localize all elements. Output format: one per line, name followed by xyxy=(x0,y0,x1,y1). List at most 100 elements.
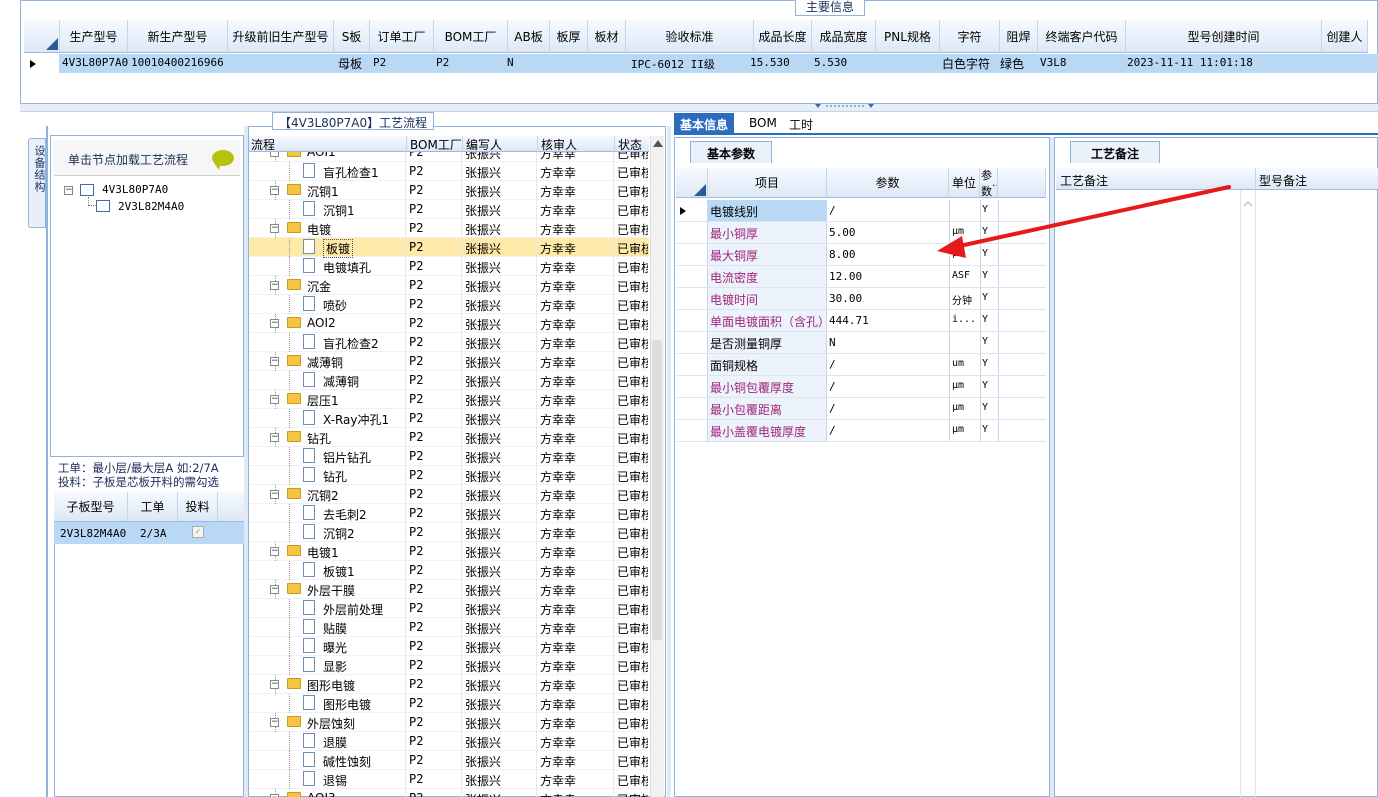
process-row[interactable]: 碱性蚀刻 P2 张振兴 方幸幸 已审核 xyxy=(249,751,649,770)
process-row[interactable]: 盲孔检查2 P2 张振兴 方幸幸 已审核 xyxy=(249,333,649,352)
expand-icon[interactable]: − xyxy=(270,433,279,442)
param-row[interactable]: 最小盖覆电镀厚度 / μm Y xyxy=(676,420,1046,442)
col-header-status[interactable]: 状态 xyxy=(614,136,642,152)
col-header-material[interactable]: 板材 xyxy=(588,20,626,53)
col-header-flow[interactable]: 流程 xyxy=(249,136,275,152)
process-row[interactable]: −AOI3P2张振兴方幸幸已审核 xyxy=(249,789,649,797)
col-header-work[interactable]: 工单 xyxy=(128,492,178,522)
col-header-order-factory[interactable]: 订单工厂 xyxy=(370,20,434,53)
col-header-sub-model[interactable]: 子板型号 xyxy=(54,492,128,522)
process-row[interactable]: − 沉铜1 P2 张振兴 方幸幸 已审核 xyxy=(249,181,649,200)
col-header-length[interactable]: 成品长度 xyxy=(754,20,812,53)
col-header-width[interactable]: 成品宽度 xyxy=(812,20,876,53)
tab-basic-params[interactable]: 基本参数 xyxy=(690,141,773,163)
process-row[interactable]: − 层压1 P2 张振兴 方幸幸 已审核 xyxy=(249,390,649,409)
expand-icon[interactable]: − xyxy=(270,319,279,328)
param-value[interactable]: / xyxy=(829,204,836,217)
col-header-ab-board[interactable]: AB板 xyxy=(508,20,550,53)
process-row[interactable]: 图形电镀 P2 张振兴 方幸幸 已审核 xyxy=(249,694,649,713)
expand-icon[interactable]: − xyxy=(270,395,279,404)
process-row[interactable]: 减薄铜 P2 张振兴 方幸幸 已审核 xyxy=(249,371,649,390)
param-row[interactable]: 单面电镀面积（含孔） 444.71 i... Y xyxy=(676,310,1046,332)
process-row[interactable]: 沉铜1 P2 张振兴 方幸幸 已审核 xyxy=(249,200,649,219)
col-header-char[interactable]: 字符 xyxy=(940,20,1000,53)
param-row[interactable]: 最小铜包覆厚度 / μm Y xyxy=(676,376,1046,398)
tab-process-remarks[interactable]: 工艺备注 xyxy=(1070,141,1161,163)
process-row[interactable]: − AOI1 P2 张振兴 方幸幸 已审核 xyxy=(249,152,649,162)
expand-icon[interactable]: − xyxy=(270,281,279,290)
tab-basic-info[interactable]: 基本信息 xyxy=(674,113,735,135)
expand-icon[interactable]: − xyxy=(270,547,279,556)
sub-grid-row[interactable]: 2V3L82M4A0 2/3A ✓ xyxy=(54,522,244,544)
process-row[interactable]: 外层前处理 P2 张振兴 方幸幸 已审核 xyxy=(249,599,649,618)
expand-icon[interactable]: − xyxy=(270,718,279,727)
process-row[interactable]: 铝片钻孔 P2 张振兴 方幸幸 已审核 xyxy=(249,447,649,466)
process-row[interactable]: − AOI2 P2 张振兴 方幸幸 已审核 xyxy=(249,314,649,333)
col-header-item[interactable]: 项目 xyxy=(708,168,827,198)
col-header-model[interactable]: 生产型号 xyxy=(60,20,128,53)
param-row[interactable]: 电流密度 12.00 ASF Y xyxy=(676,266,1046,288)
param-value[interactable]: / xyxy=(829,402,836,415)
col-header-pnl[interactable]: PNL规格 xyxy=(876,20,940,53)
col-header-thickness[interactable]: 板厚 xyxy=(550,20,588,53)
col-header-param[interactable]: 参数 xyxy=(827,168,949,198)
param-row[interactable]: 是否测量铜厚 N Y xyxy=(676,332,1046,354)
param-row[interactable]: 电镀时间 30.00 分钟 Y xyxy=(676,288,1046,310)
remarks-scrollbar[interactable] xyxy=(1240,190,1256,797)
param-value[interactable]: 444.71 xyxy=(829,314,869,327)
process-row[interactable]: − 电镀 P2 张振兴 方幸幸 已审核 xyxy=(249,219,649,238)
process-row[interactable]: 沉铜2 P2 张振兴 方幸幸 已审核 xyxy=(249,523,649,542)
expand-icon[interactable]: − xyxy=(270,585,279,594)
process-row[interactable]: 电镀填孔 P2 张振兴 方幸幸 已审核 xyxy=(249,257,649,276)
col-header-standard[interactable]: 验收标准 xyxy=(626,20,754,53)
process-row[interactable]: 去毛刺2 P2 张振兴 方幸幸 已审核 xyxy=(249,504,649,523)
process-scroll-thumb[interactable] xyxy=(652,340,662,640)
expand-icon[interactable]: − xyxy=(270,224,279,233)
col-header-flag[interactable]: 参数.. xyxy=(980,168,998,198)
param-value[interactable]: / xyxy=(829,358,836,371)
process-row[interactable]: − 钻孔 P2 张振兴 方幸幸 已审核 xyxy=(249,428,649,447)
col-header-created[interactable]: 型号创建时间 xyxy=(1126,20,1322,53)
process-row[interactable]: 喷砂 P2 张振兴 方幸幸 已审核 xyxy=(249,295,649,314)
param-value[interactable]: / xyxy=(829,380,836,393)
param-row[interactable]: 最小铜厚 5.00 μm Y xyxy=(676,222,1046,244)
col-header-feed[interactable]: 投料 xyxy=(178,492,218,522)
process-row[interactable]: − 电镀1 P2 张振兴 方幸幸 已审核 xyxy=(249,542,649,561)
col-header-unit[interactable]: 单位 xyxy=(949,168,980,198)
process-row[interactable]: 曝光 P2 张振兴 方幸幸 已审核 xyxy=(249,637,649,656)
col-header-bom[interactable]: BOM工厂 xyxy=(406,136,462,152)
param-row[interactable]: 电镀线别 / Y xyxy=(676,200,1046,222)
process-row[interactable]: 盲孔检查1 P2 张振兴 方幸幸 已审核 xyxy=(249,162,649,181)
main-grid-row[interactable]: 4V3L80P7A0 10010400216966 母板 P2 P2 N IPC… xyxy=(24,54,1378,73)
col-header-reviewer[interactable]: 核审人 xyxy=(537,136,577,152)
param-value[interactable]: N xyxy=(829,336,836,349)
process-row[interactable]: 贴膜 P2 张振兴 方幸幸 已审核 xyxy=(249,618,649,637)
process-row[interactable]: − 图形电镀 P2 张振兴 方幸幸 已审核 xyxy=(249,675,649,694)
process-row[interactable]: − 沉铜2 P2 张振兴 方幸幸 已审核 xyxy=(249,485,649,504)
tab-bom[interactable]: BOM xyxy=(743,113,783,135)
col-header-s-board[interactable]: S板 xyxy=(334,20,370,53)
feed-checkbox[interactable]: ✓ xyxy=(192,526,204,538)
col-header-bom-factory[interactable]: BOM工厂 xyxy=(434,20,508,53)
param-value[interactable]: 12.00 xyxy=(829,270,862,283)
process-row[interactable]: 退膜 P2 张振兴 方幸幸 已审核 xyxy=(249,732,649,751)
tree-child-label[interactable]: 2V3L82M4A0 xyxy=(118,200,184,213)
vertical-splitter-mid[interactable] xyxy=(667,126,671,797)
col-header-solder[interactable]: 阻焊 xyxy=(1000,20,1038,53)
process-row[interactable]: 板镀1 P2 张振兴 方幸幸 已审核 xyxy=(249,561,649,580)
param-value[interactable]: 30.00 xyxy=(829,292,862,305)
expand-icon[interactable]: − xyxy=(270,490,279,499)
param-row[interactable]: 最小包覆距离 / μm Y xyxy=(676,398,1046,420)
expand-icon[interactable]: − xyxy=(64,186,73,195)
col-header-customer[interactable]: 终端客户代码 xyxy=(1038,20,1126,53)
col-header-process-remark[interactable]: 工艺备注 xyxy=(1060,172,1108,189)
col-header-creator[interactable]: 创建人 xyxy=(1322,20,1368,53)
col-header-model-remark[interactable]: 型号备注 xyxy=(1259,172,1307,189)
param-value[interactable]: 8.00 xyxy=(829,248,856,261)
process-row[interactable]: X-Ray冲孔1 P2 张振兴 方幸幸 已审核 xyxy=(249,409,649,428)
process-row[interactable]: 板镀 P2 张振兴 方幸幸 已审核 xyxy=(249,238,649,258)
process-row[interactable]: − 减薄铜 P2 张振兴 方幸幸 已审核 xyxy=(249,352,649,371)
expand-icon[interactable]: − xyxy=(270,152,279,157)
horizontal-splitter[interactable] xyxy=(20,104,1378,112)
process-row[interactable]: − 沉金 P2 张振兴 方幸幸 已审核 xyxy=(249,276,649,295)
